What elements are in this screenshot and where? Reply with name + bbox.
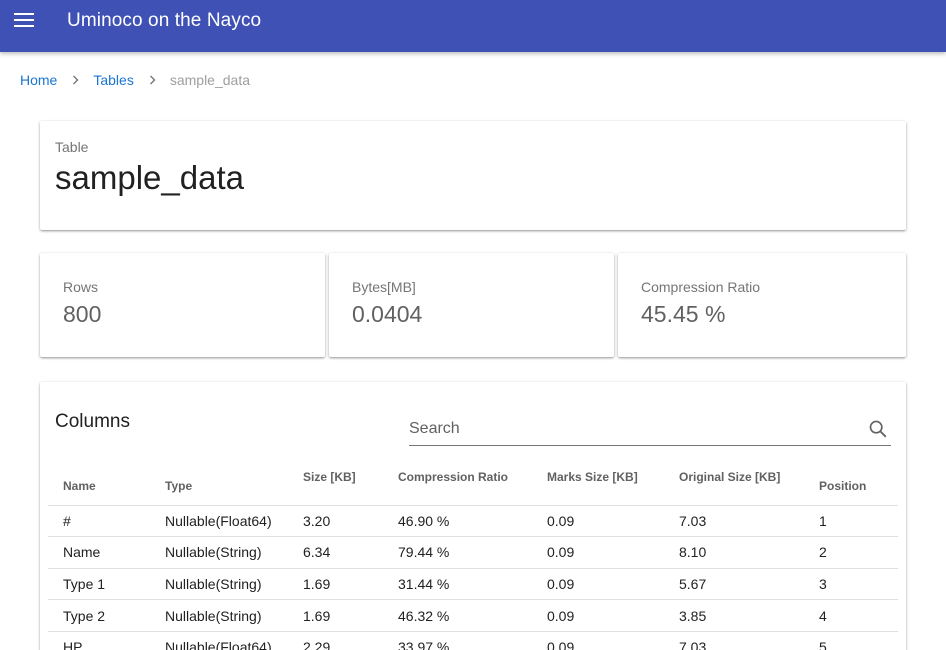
header-position[interactable]: Position — [819, 465, 898, 506]
cell-name: Name — [48, 536, 165, 569]
cell-marks: 0.09 — [547, 631, 679, 650]
cell-name: Type 1 — [48, 568, 165, 601]
cell-marks: 0.09 — [547, 599, 679, 632]
columns-table: Name Type Size [KB] Compression Ratio Ma… — [48, 465, 898, 650]
table-row[interactable]: Name Nullable(String) 6.34 79.44 % 0.09 … — [48, 536, 898, 569]
cell-type: Nullable(String) — [165, 536, 303, 569]
breadcrumb: Home Tables sample_data — [20, 72, 250, 88]
cell-size: 1.69 — [303, 599, 398, 632]
header-name[interactable]: Name — [48, 465, 165, 506]
stat-card-compression: Compression Ratio 45.45 % — [618, 253, 906, 357]
cell-type: Nullable(Float64) — [165, 505, 303, 538]
cell-original: 7.03 — [679, 631, 819, 650]
cell-position: 1 — [819, 505, 898, 538]
cell-size: 2.29 — [303, 631, 398, 650]
cell-name: Type 2 — [48, 599, 165, 632]
search-input[interactable] — [409, 418, 849, 440]
cell-size: 3.20 — [303, 505, 398, 538]
cell-marks: 0.09 — [547, 568, 679, 601]
cell-original: 5.67 — [679, 568, 819, 601]
cell-type: Nullable(String) — [165, 599, 303, 632]
cell-position: 5 — [819, 631, 898, 650]
breadcrumb-current: sample_data — [169, 72, 250, 88]
stat-value: 800 — [63, 301, 102, 327]
header-compression-ratio[interactable]: Compression Ratio — [398, 465, 547, 506]
stat-value: 45.45 % — [641, 301, 726, 327]
header-type[interactable]: Type — [165, 465, 303, 506]
table-header-row: Name Type Size [KB] Compression Ratio Ma… — [48, 465, 898, 506]
cell-position: 3 — [819, 568, 898, 601]
table-row[interactable]: Type 2 Nullable(String) 1.69 46.32 % 0.0… — [48, 599, 898, 632]
stat-value: 0.0404 — [352, 301, 423, 327]
columns-title: Columns — [55, 411, 130, 432]
cell-type: Nullable(Float64) — [165, 631, 303, 650]
cell-original: 3.85 — [679, 599, 819, 632]
cell-size: 1.69 — [303, 568, 398, 601]
stat-card-rows: Rows 800 — [40, 253, 325, 357]
search-icon[interactable] — [867, 418, 889, 440]
cell-compression: 46.32 % — [398, 599, 547, 632]
app-title: Uminoco on the Nayco — [67, 10, 262, 31]
breadcrumb-tables-link[interactable]: Tables — [93, 72, 133, 88]
menu-button[interactable] — [0, 0, 48, 42]
hamburger-menu-icon — [14, 13, 34, 27]
search-field — [409, 413, 891, 446]
cell-position: 4 — [819, 599, 898, 632]
table-row[interactable]: HP Nullable(Float64) 2.29 33.97 % 0.09 7… — [48, 631, 898, 650]
chevron-right-icon — [149, 75, 156, 85]
cell-compression: 46.90 % — [398, 505, 547, 538]
columns-card: Columns Name Type Size [KB] Compression … — [40, 382, 906, 650]
stat-label: Bytes[MB] — [352, 279, 416, 295]
cell-original: 7.03 — [679, 505, 819, 538]
table-row[interactable]: # Nullable(Float64) 3.20 46.90 % 0.09 7.… — [48, 505, 898, 538]
cell-name: HP — [48, 631, 165, 650]
cell-marks: 0.09 — [547, 505, 679, 538]
cell-compression: 31.44 % — [398, 568, 547, 601]
table-name: sample_data — [55, 159, 244, 196]
cell-compression: 79.44 % — [398, 536, 547, 569]
cell-compression: 33.97 % — [398, 631, 547, 650]
stat-label: Rows — [63, 279, 99, 295]
table-title-card: Table sample_data — [40, 121, 906, 230]
header-marks-size[interactable]: Marks Size [KB] — [547, 465, 679, 506]
cell-marks: 0.09 — [547, 536, 679, 569]
table-row[interactable]: Type 1 Nullable(String) 1.69 31.44 % 0.0… — [48, 568, 898, 601]
cell-original: 8.10 — [679, 536, 819, 569]
breadcrumb-home-link[interactable]: Home — [20, 72, 57, 88]
stat-card-bytes: Bytes[MB] 0.0404 — [329, 253, 614, 357]
header-size[interactable]: Size [KB] — [303, 465, 398, 506]
cell-type: Nullable(String) — [165, 568, 303, 601]
table-overline: Table — [55, 139, 89, 155]
header-original-size[interactable]: Original Size [KB] — [679, 465, 819, 506]
cell-position: 2 — [819, 536, 898, 569]
cell-size: 6.34 — [303, 536, 398, 569]
cell-name: # — [48, 505, 165, 538]
stat-label: Compression Ratio — [641, 279, 761, 295]
chevron-right-icon — [72, 75, 79, 85]
app-bar: Uminoco on the Nayco — [0, 0, 946, 52]
